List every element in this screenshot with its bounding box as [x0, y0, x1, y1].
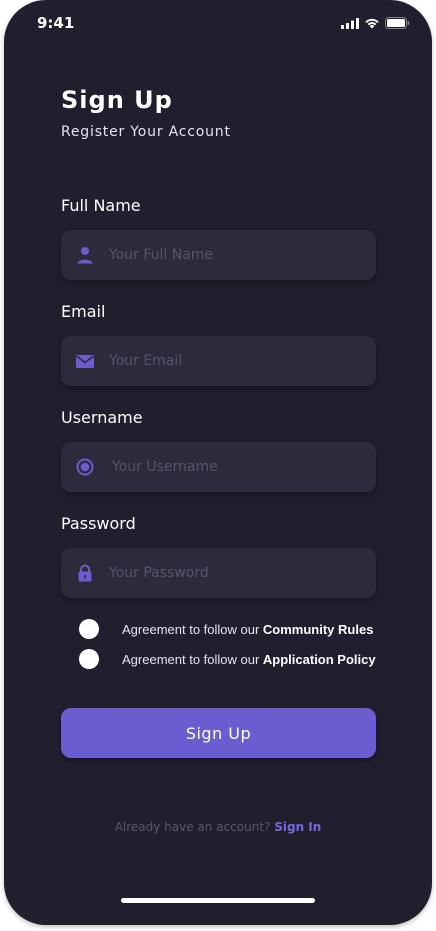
page-subtitle: Register Your Account: [61, 124, 231, 140]
application-policy-link[interactable]: Application Policy: [263, 652, 376, 667]
username-field[interactable]: [61, 442, 376, 492]
sign-in-prompt-text: Already have an account?: [114, 820, 271, 834]
username-label: Username: [61, 408, 143, 427]
phone-screen: 9:41 Sign Up Register Your Account Full …: [4, 0, 432, 925]
sign-in-prompt: Already have an account? Sign In: [4, 820, 432, 834]
password-field[interactable]: [61, 548, 376, 598]
page-title: Sign Up: [61, 86, 173, 114]
agreement-text: Agreement to follow our Application Poli…: [122, 652, 376, 667]
agreement-prefix: Agreement to follow our: [122, 621, 263, 637]
sign-up-button[interactable]: Sign Up: [61, 708, 376, 758]
full-name-label: Full Name: [61, 196, 141, 215]
radio-dot-icon: [76, 458, 94, 476]
battery-icon: [385, 17, 410, 29]
password-label: Password: [61, 514, 136, 533]
wifi-icon: [365, 18, 379, 29]
application-policy-radio[interactable]: [79, 649, 99, 669]
password-input[interactable]: [109, 548, 364, 598]
agreement-prefix: Agreement to follow our: [122, 651, 263, 667]
lock-icon: [78, 564, 92, 582]
home-indicator[interactable]: [121, 898, 315, 903]
email-label: Email: [61, 302, 106, 321]
mail-icon: [76, 355, 94, 368]
community-rules-link[interactable]: Community Rules: [263, 622, 374, 637]
username-input[interactable]: [112, 442, 367, 492]
signal-icon: [341, 17, 359, 29]
full-name-field[interactable]: [61, 230, 376, 280]
community-rules-radio[interactable]: [79, 619, 99, 639]
agreement-community-rules[interactable]: Agreement to follow our Community Rules: [79, 619, 373, 639]
agreement-application-policy[interactable]: Agreement to follow our Application Poli…: [79, 649, 376, 669]
email-input[interactable]: [109, 336, 364, 386]
user-icon: [77, 247, 93, 264]
full-name-input[interactable]: [109, 230, 364, 280]
status-icons: [341, 17, 410, 29]
status-bar: 9:41: [4, 0, 432, 44]
sign-in-link[interactable]: Sign In: [274, 820, 321, 834]
status-time: 9:41: [37, 14, 75, 32]
agreement-text: Agreement to follow our Community Rules: [122, 622, 373, 637]
email-field[interactable]: [61, 336, 376, 386]
